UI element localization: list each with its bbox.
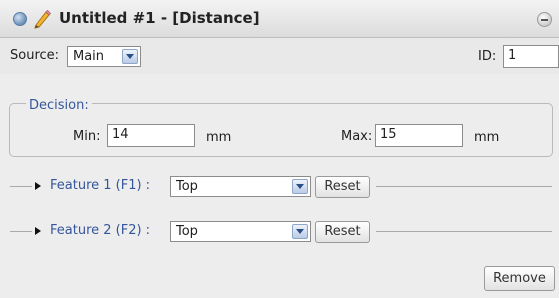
feature-1-line-left <box>10 186 32 187</box>
expand-triangle-icon[interactable] <box>35 182 41 190</box>
feature-1-select[interactable]: Top <box>170 176 311 197</box>
id-label: ID: <box>478 49 497 64</box>
max-input-value: 15 <box>380 127 397 142</box>
feature-2-line-right <box>376 231 552 232</box>
feature-2-reset-button[interactable]: Reset <box>315 221 370 243</box>
expand-triangle-icon[interactable] <box>35 227 41 235</box>
chevron-down-icon[interactable] <box>292 179 308 194</box>
id-input-value: 1 <box>508 48 517 63</box>
min-label: Min: <box>73 129 101 144</box>
feature-2-label: Feature 2 (F2) : <box>50 223 151 238</box>
feature-1-line-right <box>376 186 552 187</box>
max-input[interactable]: 15 <box>375 124 463 147</box>
feature-1-reset-button[interactable]: Reset <box>315 176 370 198</box>
feature-2-select[interactable]: Top <box>170 221 311 242</box>
window-title: Untitled #1 - [Distance] <box>59 9 260 27</box>
feature-2-select-value: Top <box>176 224 198 239</box>
blue-circle-icon[interactable] <box>13 12 27 26</box>
min-unit: mm <box>206 130 232 145</box>
remove-button[interactable]: Remove <box>484 266 555 291</box>
feature-1-label: Feature 1 (F1) : <box>50 178 151 193</box>
title-bar: Untitled #1 - [Distance] <box>0 0 559 38</box>
feature-1-select-value: Top <box>176 179 198 194</box>
min-input[interactable]: 14 <box>107 124 195 147</box>
close-icon[interactable] <box>537 12 552 27</box>
source-select[interactable]: Main <box>67 46 141 67</box>
id-input[interactable]: 1 <box>503 45 559 68</box>
decision-legend: Decision: <box>26 98 92 113</box>
source-label: Source: <box>10 48 60 63</box>
pencil-icon <box>34 9 52 29</box>
feature-2-line-left <box>10 231 32 232</box>
min-input-value: 14 <box>112 127 129 142</box>
source-select-value: Main <box>73 49 105 64</box>
max-unit: mm <box>474 130 500 145</box>
max-label: Max: <box>341 129 373 144</box>
source-row: Source: Main ID: 1 <box>0 38 559 74</box>
chevron-down-icon[interactable] <box>292 224 308 239</box>
chevron-down-icon[interactable] <box>122 49 138 64</box>
